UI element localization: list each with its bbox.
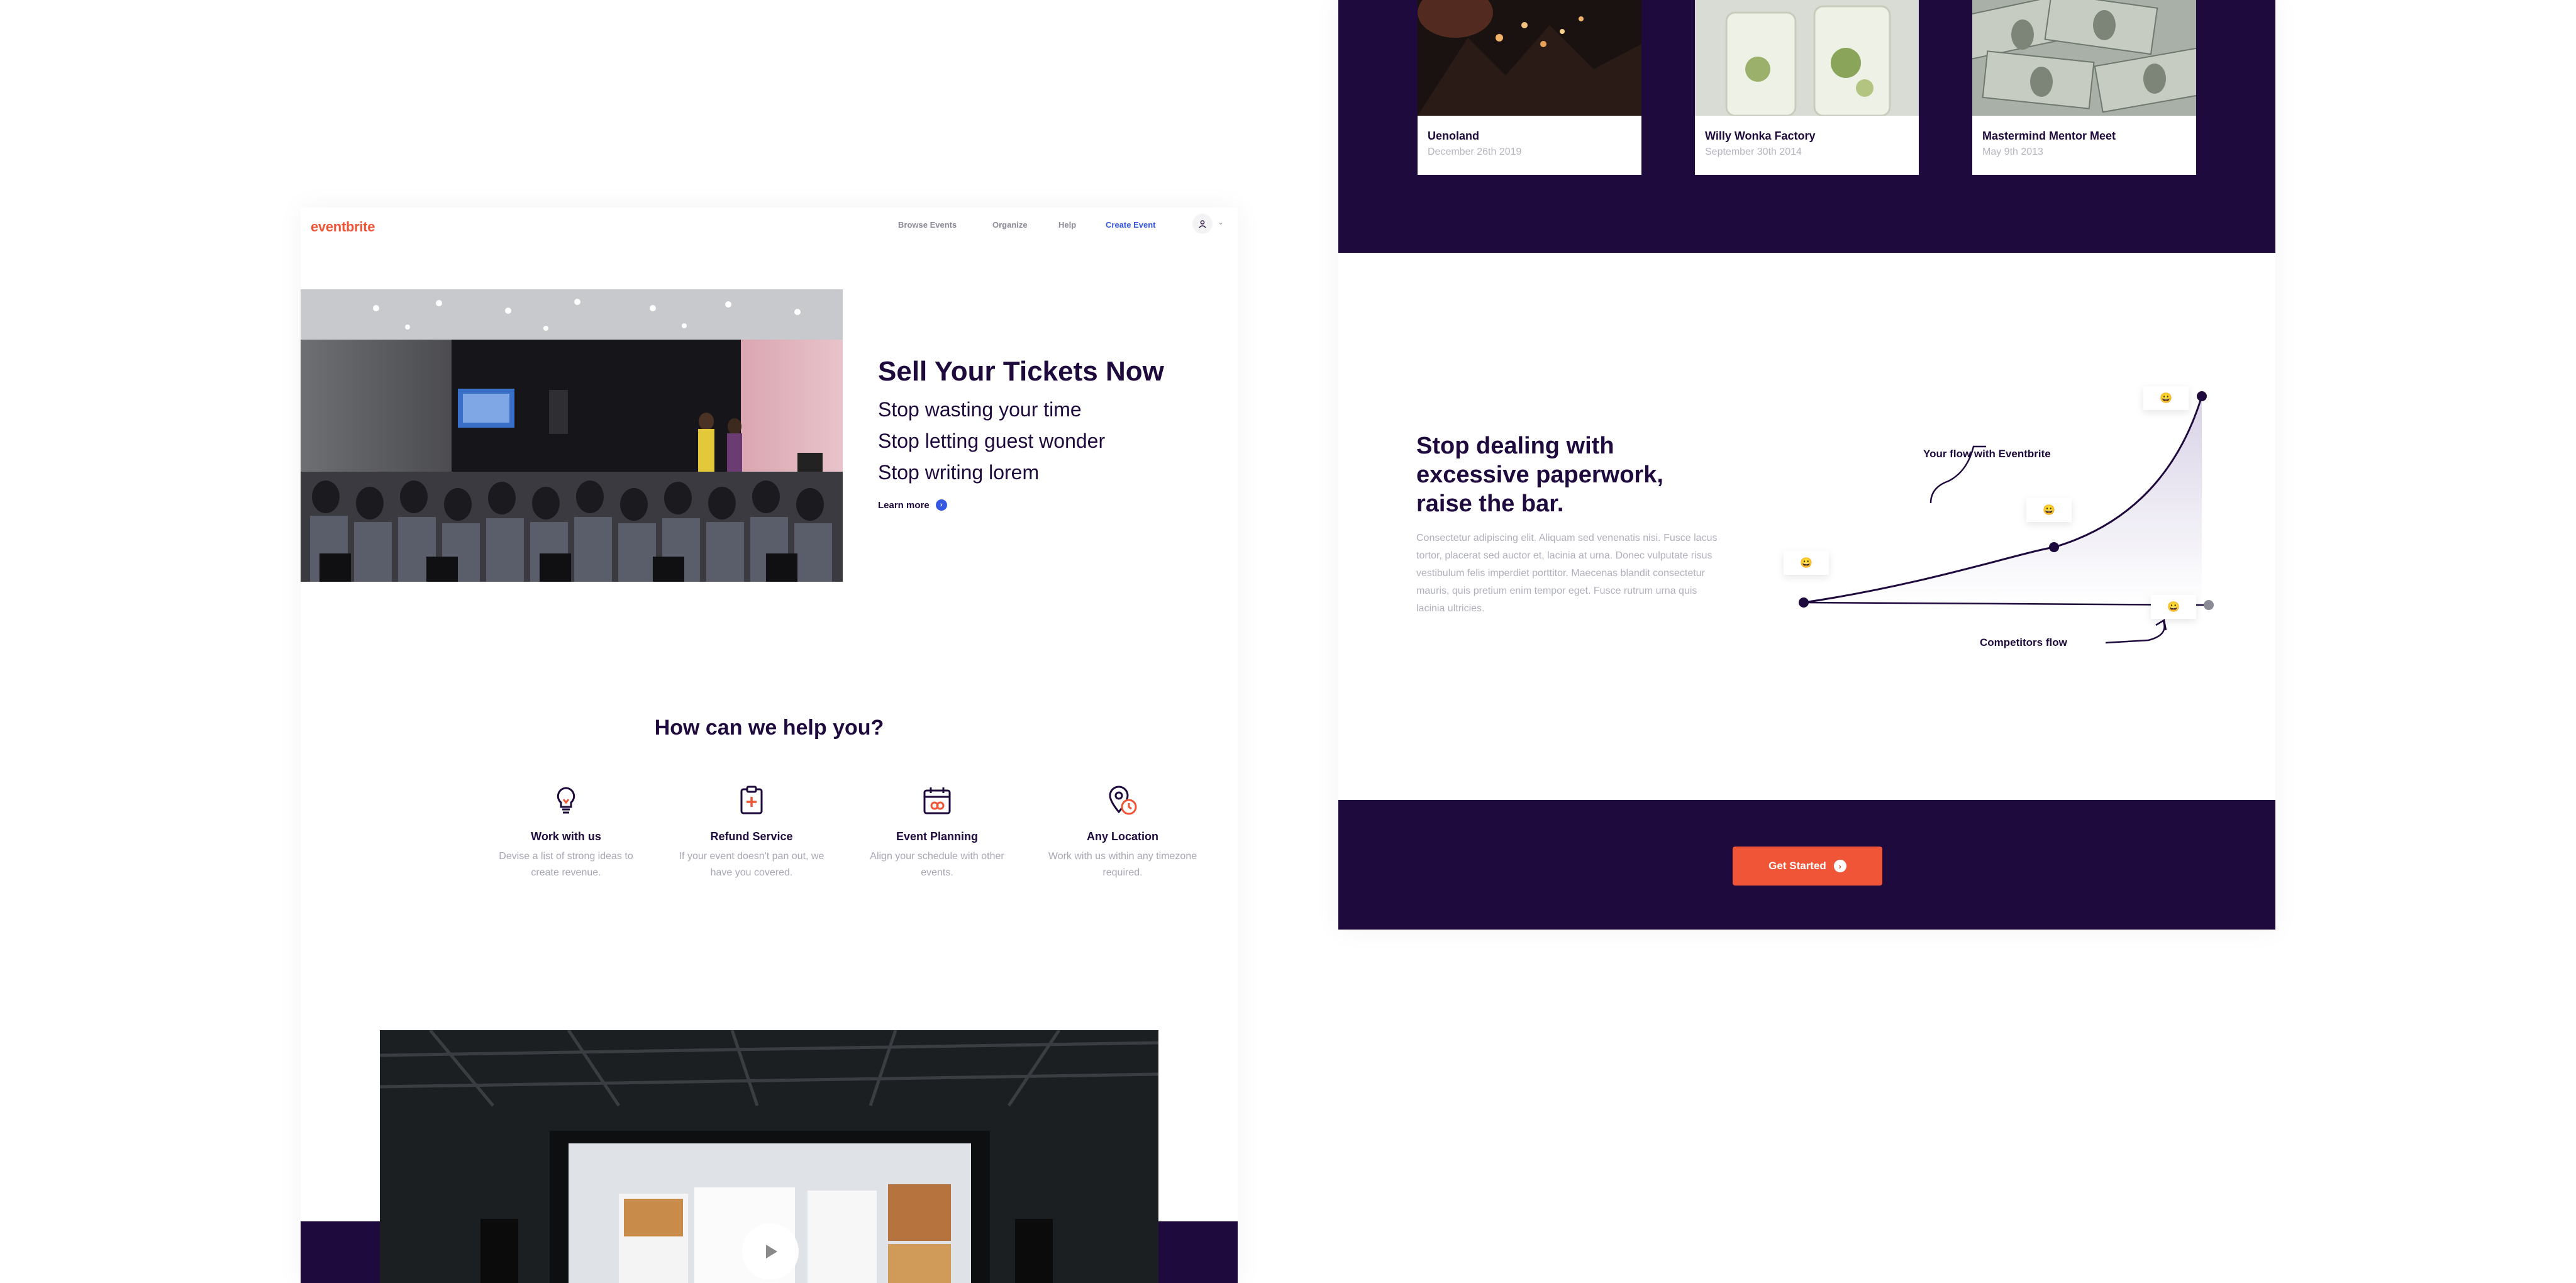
top-nav: eventbrite Browse Events Organize Help C… xyxy=(301,208,1238,245)
event-date: September 30th 2014 xyxy=(1705,147,1802,157)
nav-create-event[interactable]: Create Event xyxy=(1106,220,1155,230)
lightbulb-icon xyxy=(557,787,575,814)
nav-help[interactable]: Help xyxy=(1058,220,1076,230)
hero-text: Sell Your Tickets Now Stop wasting your … xyxy=(878,356,1205,511)
nav-browse-events[interactable]: Browse Events xyxy=(898,220,957,230)
feature-any-location[interactable]: Any Location Work with us within any tim… xyxy=(1047,783,1198,881)
features-page-artboard: Uenoland December 26th 2019 Willy Wonka … xyxy=(1338,0,2275,930)
clipboard-plus-icon xyxy=(740,786,763,814)
arrow-right-icon: › xyxy=(935,499,947,511)
get-started-label: Get Started xyxy=(1768,860,1826,872)
learn-more-link[interactable]: Learn more › xyxy=(878,499,1205,511)
flow-start-point xyxy=(1799,597,1809,608)
your-flow-label: Your flow with Eventbrite xyxy=(1923,448,2051,460)
event-image xyxy=(1972,0,2196,116)
feature-desc: Work with us within any timezone require… xyxy=(1048,851,1197,878)
feature-work-with-us[interactable]: Work with us Devise a list of strong ide… xyxy=(491,783,641,881)
feature-event-planning[interactable]: Event Planning Align your schedule with … xyxy=(862,783,1013,881)
event-image xyxy=(1418,0,1641,116)
competitors-end-point xyxy=(2204,600,2214,610)
user-menu-button[interactable] xyxy=(1192,214,1213,234)
event-card[interactable]: Mastermind Mentor Meet May 9th 2013 xyxy=(1972,0,2196,175)
feature-desc: If your event doesn't pan out, we have y… xyxy=(679,851,824,878)
calendar-icon xyxy=(923,787,951,814)
paperwork-body: Consectetur adipiscing elit. Aliquam sed… xyxy=(1416,533,1718,614)
event-name: Willy Wonka Factory xyxy=(1705,130,1816,142)
hero-image xyxy=(301,289,843,582)
emoji-badge-high: 😀 xyxy=(2143,386,2189,410)
play-icon xyxy=(766,1245,777,1258)
get-started-button[interactable]: Get Started › xyxy=(1733,847,1882,886)
paperwork-title: Stop dealing with excessive paperwork, r… xyxy=(1416,433,1663,517)
eventbrite-logo[interactable]: eventbrite xyxy=(311,219,375,235)
event-name: Uenoland xyxy=(1428,130,1480,142)
event-card[interactable]: Uenoland December 26th 2019 xyxy=(1418,0,1641,175)
emoji-badge-competitors: 😀 xyxy=(2151,595,2196,619)
arrow-right-icon: › xyxy=(1833,860,1846,872)
flow-end-point xyxy=(2197,391,2207,401)
event-image xyxy=(1695,0,1919,116)
event-date: December 26th 2019 xyxy=(1428,147,1522,157)
flow-comparison-graph: Your flow with Eventbrite Competitors fl… xyxy=(1766,371,2244,686)
location-clock-icon xyxy=(1109,786,1137,815)
chevron-down-icon[interactable]: ⌄ xyxy=(1218,218,1224,226)
user-icon xyxy=(1199,220,1206,228)
hero-line-2: Stop letting guest wonder xyxy=(878,430,1106,452)
feature-title: Work with us xyxy=(531,830,601,843)
hero-title: Sell Your Tickets Now xyxy=(878,356,1164,387)
feature-title: Event Planning xyxy=(896,830,979,843)
eventbrite-flow-area xyxy=(1804,396,2202,605)
cta-band: Get Started › xyxy=(1338,800,2275,930)
feature-title: Refund Service xyxy=(710,830,793,843)
landing-page-artboard: eventbrite Browse Events Organize Help C… xyxy=(301,208,1238,1283)
play-button[interactable] xyxy=(742,1223,799,1280)
emoji-badge-start: 😀 xyxy=(1784,551,1829,575)
feature-desc: Devise a list of strong ideas to create … xyxy=(499,851,633,878)
event-name: Mastermind Mentor Meet xyxy=(1982,130,2116,142)
hero-line-3: Stop writing lorem xyxy=(878,461,1040,484)
competitors-flow-label: Competitors flow xyxy=(1980,636,2067,648)
hero-line-1: Stop wasting your time xyxy=(878,398,1082,421)
event-card[interactable]: Willy Wonka Factory September 30th 2014 xyxy=(1695,0,1919,175)
feature-title: Any Location xyxy=(1086,830,1158,843)
flow-mid-point xyxy=(2049,542,2059,552)
event-date: May 9th 2013 xyxy=(1982,147,2043,157)
help-section-title: How can we help you? xyxy=(654,716,884,740)
learn-more-label: Learn more xyxy=(878,499,930,511)
feature-desc: Align your schedule with other events. xyxy=(870,851,1004,878)
emoji-badge-mid: 😀 xyxy=(2026,498,2072,522)
feature-refund-service[interactable]: Refund Service If your event doesn't pan… xyxy=(676,783,827,881)
nav-organize[interactable]: Organize xyxy=(992,220,1028,230)
